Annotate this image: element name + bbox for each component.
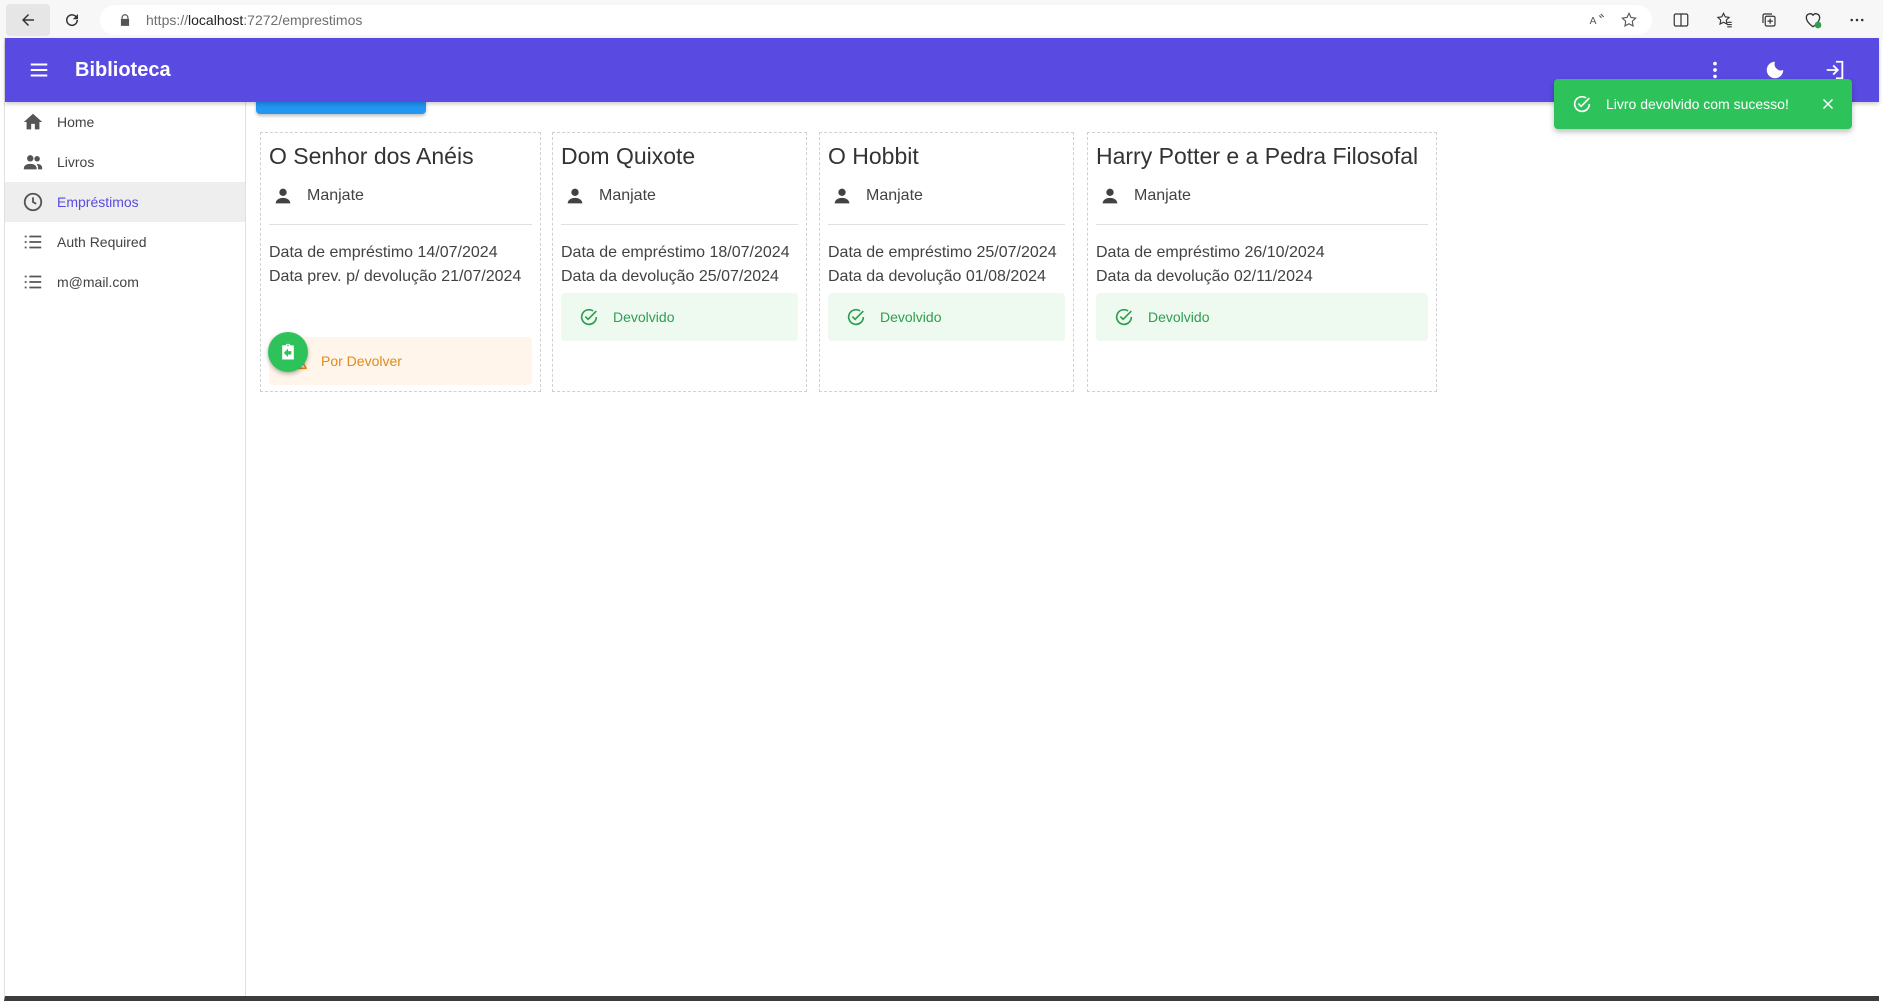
return-date: Data da devolução 02/11/2024	[1096, 268, 1313, 285]
sidebar-item-auth-required[interactable]: Auth Required	[5, 222, 245, 262]
browser-essentials-icon[interactable]	[1797, 4, 1829, 36]
due-date: Data prev. p/ devolução 21/07/2024	[269, 268, 522, 285]
collections-icon[interactable]	[1753, 4, 1785, 36]
check-circle-icon	[844, 305, 868, 329]
url-path: :7272/emprestimos	[243, 12, 363, 28]
loan-card: Harry Potter e a Pedra Filosofal Manjate…	[1087, 132, 1437, 392]
loan-date: Data de empréstimo 14/07/2024	[269, 244, 498, 261]
read-aloud-icon[interactable]: A	[1588, 11, 1606, 32]
moon-icon	[1766, 61, 1784, 79]
divider	[828, 224, 1065, 225]
sidebar-item-label: Livros	[57, 154, 95, 170]
clock-icon	[21, 190, 45, 214]
divider	[561, 224, 798, 225]
status-text: Devolvido	[880, 309, 942, 325]
reload-button[interactable]	[50, 4, 94, 36]
card-title: Dom Quixote	[561, 143, 696, 169]
check-circle-icon	[1570, 92, 1594, 116]
status-text: Devolvido	[613, 309, 675, 325]
sidebar-item-emprestimos[interactable]: Empréstimos	[5, 182, 245, 222]
app-title: Biblioteca	[75, 58, 171, 81]
menu-icon	[30, 63, 48, 77]
more-options-icon[interactable]	[1841, 4, 1873, 36]
card-user: Manjate	[1096, 184, 1428, 208]
check-circle-icon	[577, 305, 601, 329]
status-alert-warning: Por Devolver	[269, 337, 532, 385]
card-user: Manjate	[828, 184, 1065, 208]
sidebar-item-livros[interactable]: Livros	[5, 142, 245, 182]
status-alert-success: Devolvido	[561, 293, 798, 341]
card-user: Manjate	[561, 184, 798, 208]
split-screen-icon[interactable]	[1665, 4, 1697, 36]
card-title: O Hobbit	[828, 143, 919, 169]
status-text: Por Devolver	[321, 353, 402, 369]
home-icon	[21, 110, 45, 134]
menu-toggle-button[interactable]	[15, 46, 63, 94]
assignment-return-icon	[282, 343, 294, 360]
sidebar: Home Livros Empréstimos Auth Required m@…	[5, 102, 246, 996]
loan-date: Data de empréstimo 18/07/2024	[561, 244, 790, 261]
return-date: Data da devolução 25/07/2024	[561, 268, 779, 285]
sidebar-item-user-email[interactable]: m@mail.com	[5, 262, 245, 302]
svg-text:A: A	[1590, 15, 1597, 27]
card-title: O Senhor dos Anéis	[269, 143, 474, 169]
sidebar-item-home[interactable]: Home	[5, 102, 245, 142]
loan-date: Data de empréstimo 25/07/2024	[828, 244, 1057, 261]
favorites-icon[interactable]	[1709, 4, 1741, 36]
person-icon	[563, 184, 587, 208]
return-book-button[interactable]	[268, 332, 308, 372]
loan-date: Data de empréstimo 26/10/2024	[1096, 244, 1325, 261]
status-alert-success: Devolvido	[828, 293, 1065, 341]
people-icon	[21, 150, 45, 174]
more-vert-icon	[1713, 61, 1717, 79]
arrow-left-icon	[22, 14, 34, 26]
divider	[269, 224, 532, 225]
return-date: Data da devolução 01/08/2024	[828, 268, 1046, 285]
favorite-star-icon[interactable]	[1620, 11, 1638, 32]
list-icon	[21, 270, 45, 294]
back-button[interactable]	[6, 4, 50, 36]
logout-icon	[1826, 60, 1844, 80]
status-alert-success: Devolvido	[1096, 293, 1428, 341]
browser-toolbar: https://localhost:7272/emprestimos A	[0, 0, 1883, 40]
check-circle-icon	[1112, 305, 1136, 329]
snackbar-message: Livro devolvido com sucesso!	[1606, 96, 1789, 112]
card-user-name: Manjate	[307, 187, 364, 204]
sidebar-item-label: Auth Required	[57, 234, 147, 250]
snackbar-success: Livro devolvido com sucesso!	[1554, 79, 1852, 129]
person-icon	[271, 184, 295, 208]
loan-card: Dom Quixote Manjate Data de empréstimo 1…	[552, 132, 807, 392]
url-prefix: https://	[146, 12, 189, 28]
status-text: Devolvido	[1148, 309, 1210, 325]
divider	[1096, 224, 1428, 225]
url-host: localhost	[188, 12, 244, 28]
person-icon	[830, 184, 854, 208]
sidebar-item-label: Empréstimos	[57, 194, 139, 210]
sidebar-item-label: m@mail.com	[57, 274, 139, 290]
lock-icon[interactable]	[118, 13, 132, 27]
card-user-name: Manjate	[599, 187, 656, 204]
list-icon	[21, 230, 45, 254]
card-title: Harry Potter e a Pedra Filosofal	[1096, 143, 1419, 169]
card-user-name: Manjate	[1134, 187, 1191, 204]
sidebar-item-label: Home	[57, 114, 95, 130]
reload-icon	[66, 14, 79, 27]
card-user-name: Manjate	[866, 187, 923, 204]
address-bar[interactable]: https://localhost:7272/emprestimos A	[100, 5, 1652, 35]
loan-card: O Hobbit Manjate Data de empréstimo 25/0…	[819, 132, 1074, 392]
close-icon[interactable]	[1816, 92, 1840, 116]
person-icon	[1098, 184, 1122, 208]
card-user: Manjate	[269, 184, 532, 208]
